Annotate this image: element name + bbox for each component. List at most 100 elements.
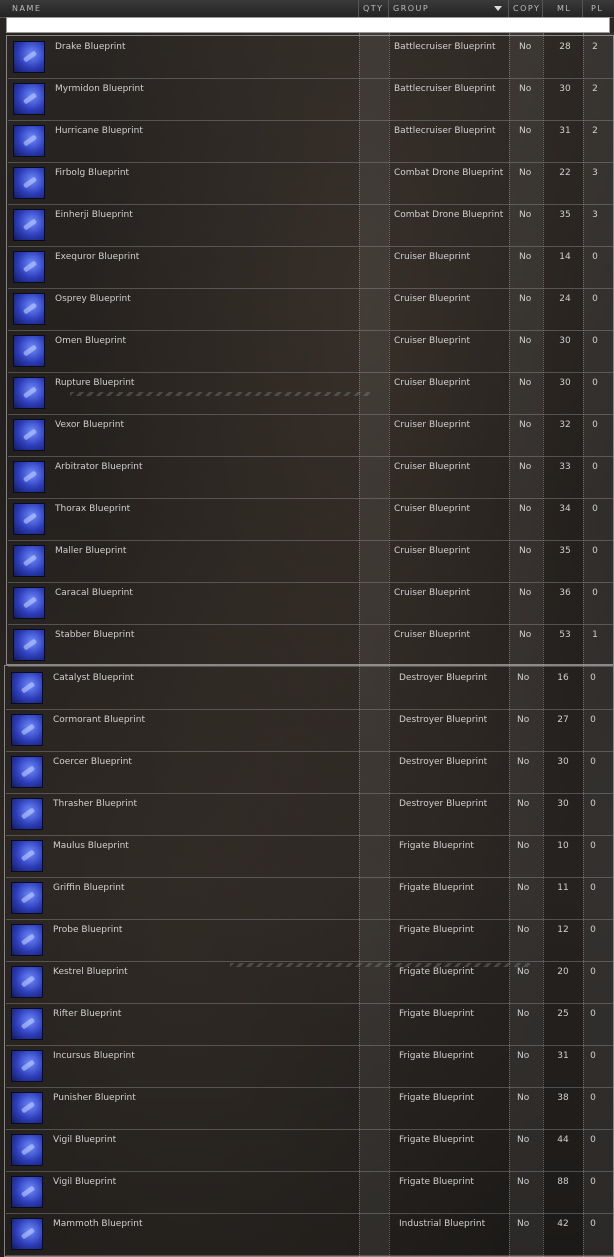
table-row[interactable]: Stabber Blueprint Cruiser Blueprint No 53 1	[8, 625, 614, 667]
column-header-group[interactable]: GROUP	[389, 0, 509, 17]
column-header-ml[interactable]: ML	[543, 0, 583, 17]
blueprint-icon[interactable]	[11, 882, 43, 914]
row-ml: 27	[557, 715, 569, 725]
row-group: Industrial Blueprint	[399, 1219, 486, 1229]
blueprint-icon[interactable]	[13, 503, 45, 535]
table-row[interactable]: Catalyst Blueprint Destroyer Blueprint No 1…	[6, 668, 614, 710]
blueprint-icon[interactable]	[13, 125, 45, 157]
table-row[interactable]: Rifter Blueprint Frigate Blueprint No 25 0	[6, 1004, 614, 1046]
blueprint-icon[interactable]	[11, 1092, 43, 1124]
table-row[interactable]: Rupture Blueprint Cruiser Blueprint No 30 0	[8, 373, 614, 415]
table-row[interactable]: Drake Blueprint Battlecruiser Blueprint No…	[8, 37, 614, 79]
blueprint-icon[interactable]	[13, 335, 45, 367]
table-row[interactable]: Myrmidon Blueprint Battlecruiser Blueprin…	[8, 79, 614, 121]
table-row[interactable]: Exequror Blueprint Cruiser Blueprint No 14 0	[8, 247, 614, 289]
blueprint-icon[interactable]	[11, 966, 43, 998]
row-ml: 30	[559, 336, 571, 346]
row-pl: 0	[590, 841, 596, 851]
table-row[interactable]: Vexor Blueprint Cruiser Blueprint No 32 0	[8, 415, 614, 457]
table-row[interactable]: Mammoth Blueprint Industrial Blueprint No 4…	[6, 1214, 614, 1256]
row-group: Cruiser Blueprint	[394, 294, 471, 304]
row-pl: 0	[590, 967, 596, 977]
row-name: Vexor Blueprint	[55, 420, 125, 430]
table-row[interactable]: Arbitrator Blueprint Cruiser Blueprint No 3…	[8, 457, 614, 499]
row-copy: No	[517, 1177, 530, 1187]
blueprint-icon[interactable]	[11, 1218, 43, 1250]
row-name: Caracal Blueprint	[55, 588, 133, 598]
table-row[interactable]: Incursus Blueprint Frigate Blueprint No 31 0	[6, 1046, 614, 1088]
blueprint-icon[interactable]	[13, 209, 45, 241]
table-row[interactable]: Einherji Blueprint Combat Drone Blueprint…	[8, 205, 614, 247]
column-header-qty[interactable]: QTY	[359, 0, 389, 17]
table-row[interactable]: Thorax Blueprint Cruiser Blueprint No 34 0	[8, 499, 614, 541]
blueprint-icon[interactable]	[11, 672, 43, 704]
row-pl: 0	[590, 1219, 596, 1229]
blueprint-icon[interactable]	[11, 756, 43, 788]
row-group: Cruiser Blueprint	[394, 252, 471, 262]
row-group: Cruiser Blueprint	[394, 462, 471, 472]
filter-input[interactable]	[6, 17, 610, 33]
blueprint-icon[interactable]	[13, 545, 45, 577]
row-name: Punisher Blueprint	[53, 1093, 136, 1103]
column-header-copy[interactable]: COPY	[509, 0, 543, 17]
blueprint-icon[interactable]	[13, 83, 45, 115]
table-row[interactable]: Maulus Blueprint Frigate Blueprint No 10 0	[6, 836, 614, 878]
blueprint-icon[interactable]	[13, 293, 45, 325]
row-name: Incursus Blueprint	[53, 1051, 135, 1061]
row-pl: 0	[592, 252, 598, 262]
table-row[interactable]: Caracal Blueprint Cruiser Blueprint No 36 0	[8, 583, 614, 625]
column-header-pl[interactable]: PL	[583, 0, 614, 17]
table-row[interactable]: Griffin Blueprint Frigate Blueprint No 11 0	[6, 878, 614, 920]
row-pl: 0	[590, 1009, 596, 1019]
blueprint-icon[interactable]	[11, 1134, 43, 1166]
blueprint-icon[interactable]	[11, 840, 43, 872]
blueprint-icon[interactable]	[11, 1008, 43, 1040]
row-ml: 36	[559, 588, 571, 598]
column-header-name[interactable]: NAME	[8, 0, 359, 17]
blueprint-icon[interactable]	[13, 587, 45, 619]
row-name: Hurricane Blueprint	[55, 126, 143, 136]
table-row[interactable]: Osprey Blueprint Cruiser Blueprint No 24 0	[8, 289, 614, 331]
row-copy: No	[517, 799, 530, 809]
blueprint-icon[interactable]	[11, 1050, 43, 1082]
blueprint-icon[interactable]	[13, 377, 45, 409]
table-row[interactable]: Punisher Blueprint Frigate Blueprint No 38 0	[6, 1088, 614, 1130]
blueprint-icon[interactable]	[13, 419, 45, 451]
blueprint-icon[interactable]	[13, 251, 45, 283]
table-row[interactable]: Thrasher Blueprint Destroyer Blueprint No 3…	[6, 794, 614, 836]
row-copy: No	[519, 336, 532, 346]
row-pl: 0	[592, 336, 598, 346]
row-copy: No	[519, 168, 532, 178]
row-name: Griffin Blueprint	[53, 883, 125, 893]
blueprint-icon[interactable]	[11, 714, 43, 746]
row-name: Thorax Blueprint	[55, 504, 131, 514]
row-name: Rifter Blueprint	[53, 1009, 122, 1019]
blueprint-icon[interactable]	[11, 1176, 43, 1208]
table-row[interactable]: Hurricane Blueprint Battlecruiser Bluepri…	[8, 121, 614, 163]
table-row[interactable]: Kestrel Blueprint Frigate Blueprint No 20 0	[6, 962, 614, 1004]
table-row[interactable]: Maller Blueprint Cruiser Blueprint No 35 0	[8, 541, 614, 583]
table-row[interactable]: Omen Blueprint Cruiser Blueprint No 30 0	[8, 331, 614, 373]
table-row[interactable]: Vigil Blueprint Frigate Blueprint No 44 0	[6, 1130, 614, 1172]
row-ml: 35	[559, 546, 571, 556]
blueprint-icon[interactable]	[11, 798, 43, 830]
row-name: Einherji Blueprint	[55, 210, 133, 220]
blueprint-icon[interactable]	[13, 629, 45, 661]
table-row[interactable]: Cormorant Blueprint Destroyer Blueprint No…	[6, 710, 614, 752]
row-ml: 28	[559, 42, 571, 52]
blueprint-icon[interactable]	[13, 41, 45, 73]
table-row[interactable]: Firbolg Blueprint Combat Drone Blueprint N…	[8, 163, 614, 205]
row-group: Destroyer Blueprint	[399, 799, 488, 809]
row-pl: 3	[592, 168, 598, 178]
row-group: Frigate Blueprint	[399, 841, 474, 851]
row-ml: 31	[559, 126, 571, 136]
row-ml: 33	[559, 462, 571, 472]
row-group: Cruiser Blueprint	[394, 378, 471, 388]
blueprint-icon[interactable]	[11, 924, 43, 956]
table-row[interactable]: Vigil Blueprint Frigate Blueprint No 88 0	[6, 1172, 614, 1214]
blueprint-icon[interactable]	[13, 167, 45, 199]
table-row[interactable]: Probe Blueprint Frigate Blueprint No 12 0	[6, 920, 614, 962]
table-row[interactable]: Coercer Blueprint Destroyer Blueprint No 30…	[6, 752, 614, 794]
row-copy: No	[517, 1051, 530, 1061]
blueprint-icon[interactable]	[13, 461, 45, 493]
